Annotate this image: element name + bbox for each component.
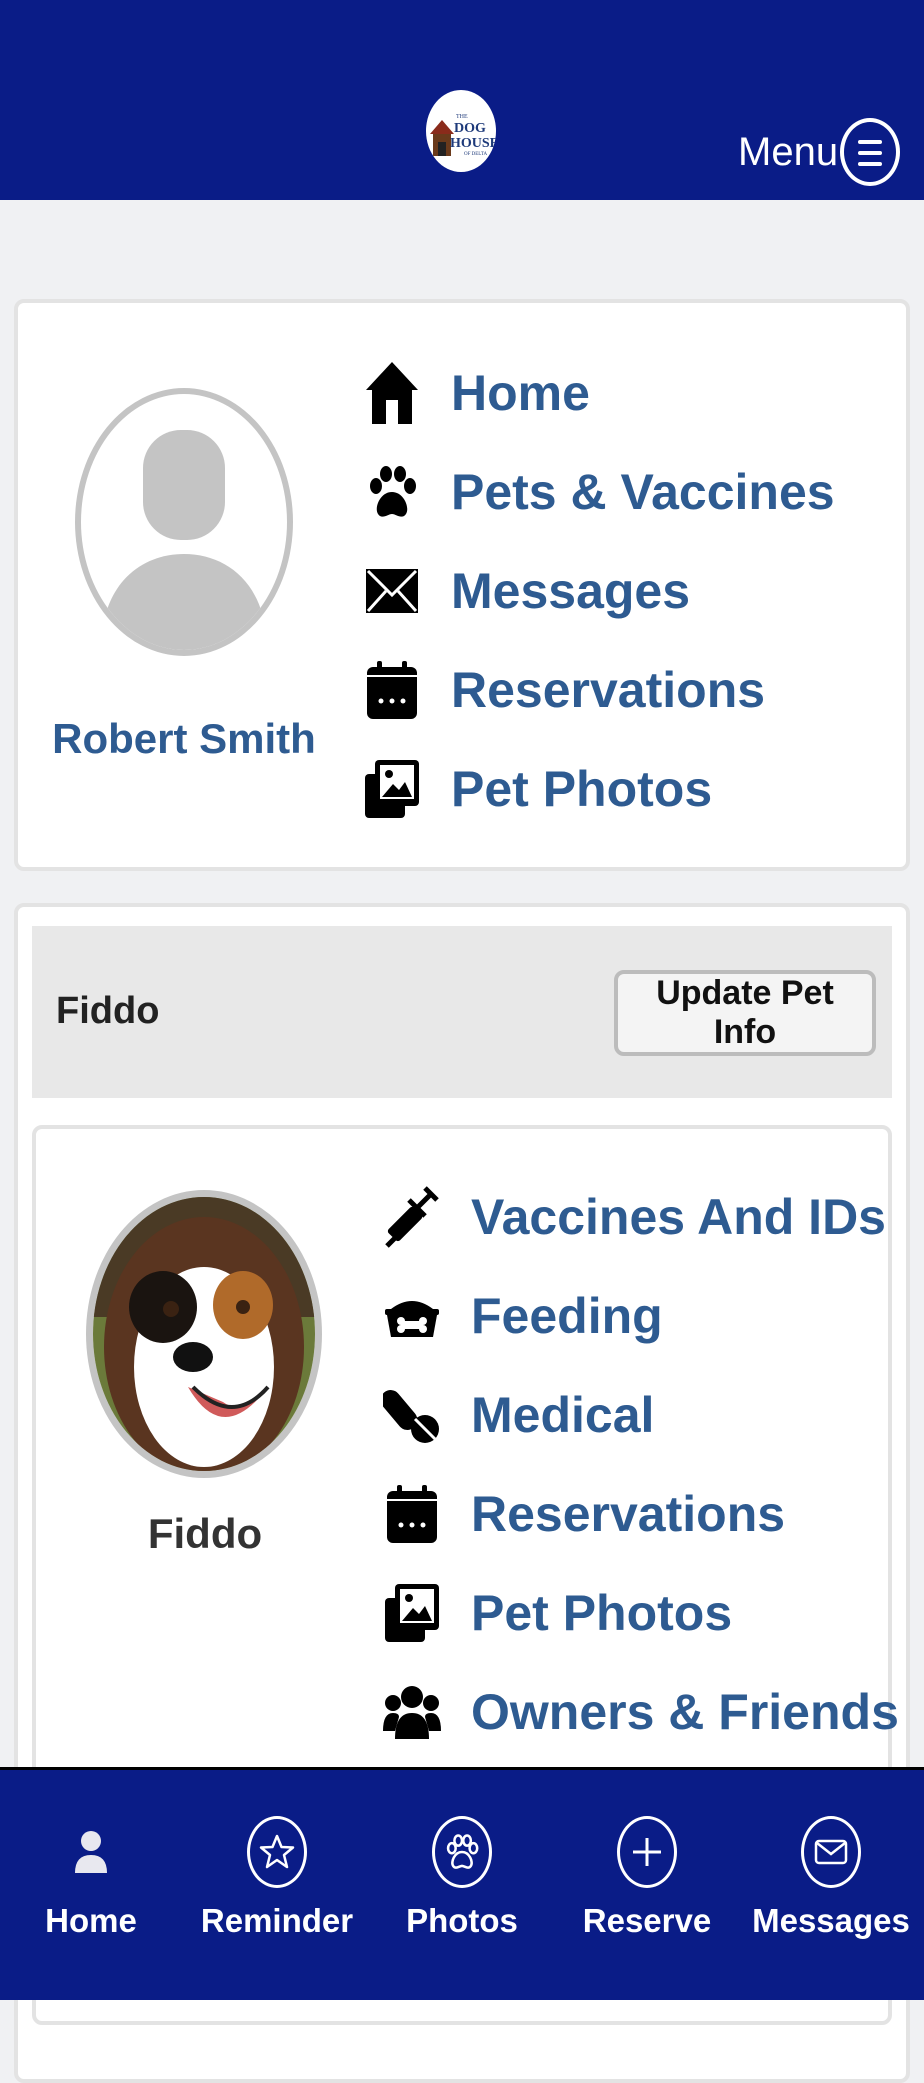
photos-icon [383, 1578, 441, 1648]
user-avatar [75, 388, 293, 656]
pet-menu-vaccines-ids-label: Vaccines And IDs [471, 1189, 886, 1245]
envelope-icon [801, 1816, 861, 1888]
calendar-icon [383, 1479, 441, 1549]
tab-reserve[interactable]: Reserve [562, 1810, 732, 1950]
pet-menu-pet-photos-label: Pet Photos [471, 1585, 733, 1641]
pet-photo[interactable] [86, 1190, 322, 1478]
tab-messages[interactable]: Messages [746, 1810, 916, 1950]
plus-icon [617, 1816, 677, 1888]
tab-photos[interactable]: Photos [377, 1810, 547, 1950]
pet-menu-feeding-label: Feeding [471, 1288, 663, 1344]
home-icon [363, 358, 421, 428]
svg-text:DOG: DOG [454, 121, 486, 136]
nav-pet-photos-label: Pet Photos [451, 761, 713, 817]
svg-text:OF DELTA: OF DELTA [464, 152, 488, 157]
person-icon [61, 1816, 121, 1888]
pet-name: Fiddo [147, 1510, 263, 1557]
tab-home[interactable]: Home [6, 1810, 176, 1950]
svg-text:THE: THE [456, 114, 468, 120]
pet-header-name: Fiddo [56, 990, 160, 1032]
envelope-icon [363, 556, 421, 626]
tab-messages-label: Messages [752, 1902, 910, 1939]
menu-label[interactable]: Menu [738, 130, 838, 175]
user-name[interactable]: Robert Smith [14, 715, 354, 763]
dog-house-logo[interactable]: THE DOG HOUSE OF DELTA [426, 90, 496, 172]
svg-text:HOUSE: HOUSE [450, 136, 496, 151]
tab-home-label: Home [45, 1902, 137, 1939]
pills-icon [383, 1380, 441, 1450]
photos-icon [363, 754, 421, 824]
star-icon [247, 1816, 307, 1888]
tab-reserve-label: Reserve [582, 1902, 712, 1939]
calendar-icon [363, 655, 421, 725]
food-bowl-icon [383, 1281, 441, 1351]
tab-photos-label: Photos [406, 1902, 518, 1939]
nav-home-label: Home [451, 365, 590, 421]
pet-menu-medical-label: Medical [471, 1387, 655, 1443]
paw-icon [363, 457, 421, 527]
tab-reminder-label: Reminder [200, 1902, 354, 1939]
pet-menu-owners-friends-label: Owners & Friends [471, 1684, 899, 1740]
pet-menu-reservations-label: Reservations [471, 1486, 786, 1542]
tab-reminder[interactable]: Reminder [192, 1810, 362, 1950]
users-icon [383, 1677, 441, 1747]
hamburger-menu-icon[interactable] [840, 118, 900, 186]
update-pet-info-button[interactable]: Update Pet Info [614, 970, 876, 1056]
nav-pets-vaccines-label: Pets & Vaccines [451, 464, 835, 520]
nav-messages-label: Messages [451, 563, 691, 619]
nav-reservations-label: Reservations [451, 662, 766, 718]
syringe-icon [383, 1182, 441, 1252]
paw-icon [432, 1816, 492, 1888]
